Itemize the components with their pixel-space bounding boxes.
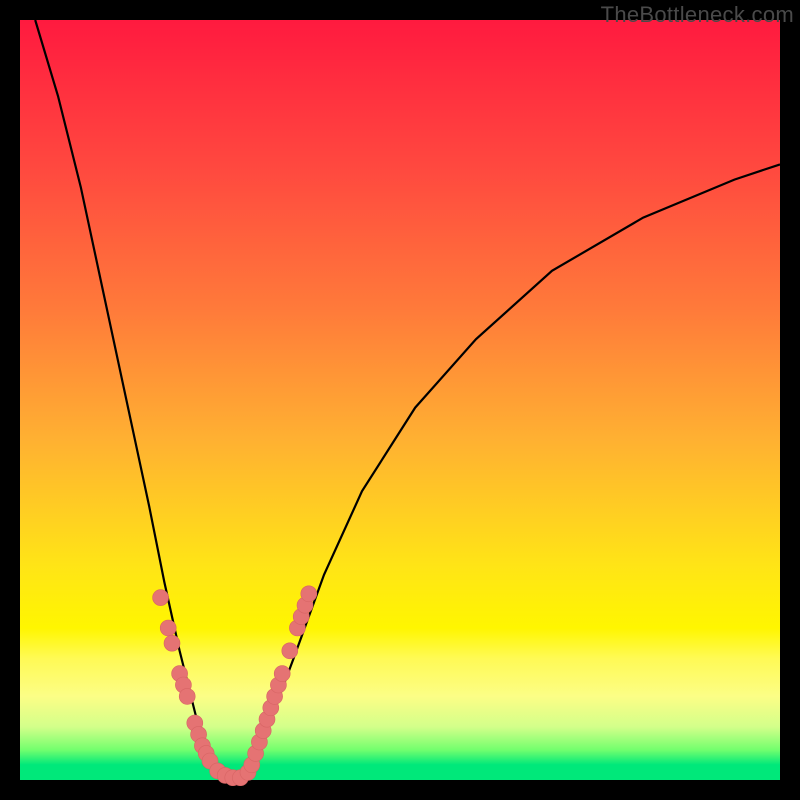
data-marker bbox=[160, 620, 176, 636]
watermark-text: TheBottleneck.com bbox=[601, 2, 794, 28]
data-marker bbox=[179, 688, 195, 704]
curve-right-branch bbox=[240, 164, 780, 780]
data-marker bbox=[301, 586, 317, 602]
marker-cluster bbox=[153, 586, 317, 786]
data-marker bbox=[153, 590, 169, 606]
data-marker bbox=[274, 666, 290, 682]
data-marker bbox=[164, 635, 180, 651]
data-marker bbox=[282, 643, 298, 659]
chart-svg bbox=[20, 20, 780, 780]
plot-area bbox=[20, 20, 780, 780]
curve-left-branch bbox=[35, 20, 240, 780]
chart-frame: TheBottleneck.com bbox=[0, 0, 800, 800]
